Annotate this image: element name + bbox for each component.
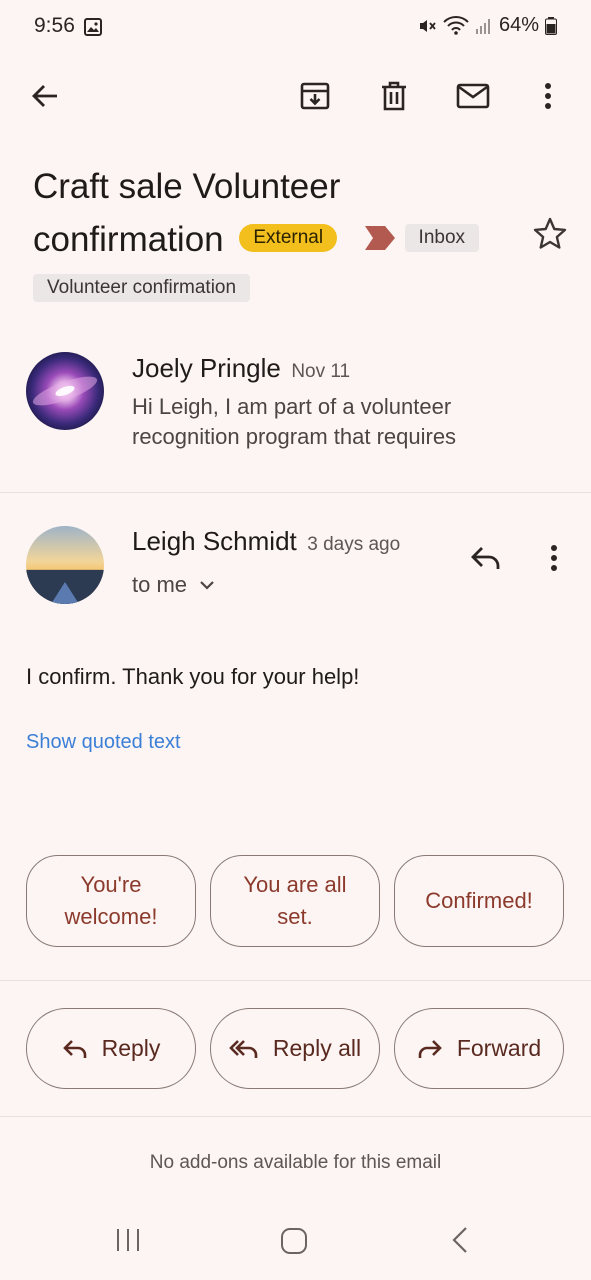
smart-reply-line-2: welcome!: [64, 904, 158, 929]
recent-apps-button[interactable]: [114, 1226, 142, 1254]
sender-line: Leigh Schmidt 3 days ago: [132, 526, 400, 557]
star-icon: [533, 217, 567, 249]
back-icon: [32, 85, 57, 107]
addons-message: No add-ons available for this email: [149, 1152, 442, 1173]
status-right: 64%: [417, 14, 557, 37]
avatar[interactable]: [26, 526, 104, 604]
snippet-line-2: recognition program that requires: [132, 424, 457, 449]
message-collapsed[interactable]: Joely Pringle Nov 11 Hi Leigh, I am part…: [0, 340, 591, 490]
subject-line-2: confirmation: [33, 220, 224, 259]
external-badge: External: [239, 223, 338, 252]
back-chevron-icon: [452, 1227, 467, 1253]
reply-all-icon: [229, 1039, 258, 1058]
signal-icon: [475, 17, 493, 35]
archive-button[interactable]: [291, 72, 339, 120]
subject-line-1: Craft sale Volunteer: [33, 167, 341, 206]
smart-reply-chip[interactable]: You're welcome!: [26, 855, 196, 947]
battery-icon: [545, 16, 557, 35]
reply-button[interactable]: Reply: [26, 1008, 196, 1089]
sender-name: Joely Pringle: [132, 353, 281, 383]
battery-percent: 64%: [498, 14, 539, 36]
label-tag-icon: [364, 225, 395, 250]
reply-icon: [471, 547, 500, 569]
forward-label: Forward: [456, 1035, 542, 1061]
label-chip[interactable]: Volunteer confirmation: [33, 274, 251, 302]
back-button[interactable]: [21, 72, 69, 120]
wifi-icon: [443, 15, 469, 36]
message-snippet: Hi Leigh, I am part of a volunteer recog…: [132, 392, 456, 452]
show-quoted-text-link[interactable]: Show quoted text: [26, 731, 181, 754]
forward-button[interactable]: Forward: [394, 1008, 564, 1089]
mail-icon: [456, 83, 490, 109]
mute-icon: [417, 16, 437, 36]
reply-icon: [62, 1039, 86, 1058]
sender-line: Joely Pringle Nov 11: [132, 353, 350, 384]
smart-reply-chip[interactable]: You are all set.: [210, 855, 380, 947]
reply-icon-button[interactable]: [462, 534, 510, 582]
reply-all-label: Reply all: [272, 1035, 362, 1061]
more-vert-icon: [551, 545, 557, 571]
message-date: 3 days ago: [307, 534, 401, 555]
more-vert-icon: [545, 83, 551, 109]
chevron-down-icon: [200, 581, 214, 590]
message-more-button[interactable]: [530, 534, 578, 582]
smart-reply-chip[interactable]: Confirmed!: [394, 855, 564, 947]
status-time: 9:56: [34, 14, 75, 37]
recipient-details[interactable]: to me: [132, 572, 215, 598]
forward-icon: [418, 1039, 442, 1058]
home-icon: [281, 1228, 307, 1254]
smart-reply-line-1: You are all: [243, 872, 347, 897]
message-body: I confirm. Thank you for your help!: [26, 664, 360, 689]
avatar[interactable]: [26, 352, 104, 430]
message-date: Nov 11: [291, 361, 351, 382]
mark-unread-button[interactable]: [449, 72, 497, 120]
archive-icon: [300, 82, 330, 110]
smart-reply-line-2: set.: [277, 904, 313, 929]
back-nav-button[interactable]: [448, 1226, 472, 1254]
recent-apps-icon: [117, 1229, 139, 1251]
more-options-button[interactable]: [524, 72, 572, 120]
email-subject: Craft sale Volunteer confirmation Extern…: [33, 160, 553, 266]
divider: [0, 980, 591, 981]
divider: [0, 1116, 591, 1117]
trash-icon: [382, 81, 406, 111]
inbox-label[interactable]: Inbox: [404, 223, 480, 252]
divider: [0, 492, 591, 493]
reply-all-button[interactable]: Reply all: [210, 1008, 380, 1089]
smart-reply-line-1: You're: [80, 872, 142, 897]
recipient-text: to me: [132, 572, 188, 597]
star-button[interactable]: [532, 216, 568, 252]
home-button[interactable]: [280, 1227, 308, 1255]
sender-name: Leigh Schmidt: [132, 526, 297, 556]
delete-button[interactable]: [370, 72, 418, 120]
reply-label: Reply: [101, 1035, 161, 1061]
snippet-line-1: Hi Leigh, I am part of a volunteer: [132, 394, 452, 419]
smart-reply-line-1: Confirmed!: [425, 888, 533, 913]
image-notification-icon: [84, 18, 102, 36]
